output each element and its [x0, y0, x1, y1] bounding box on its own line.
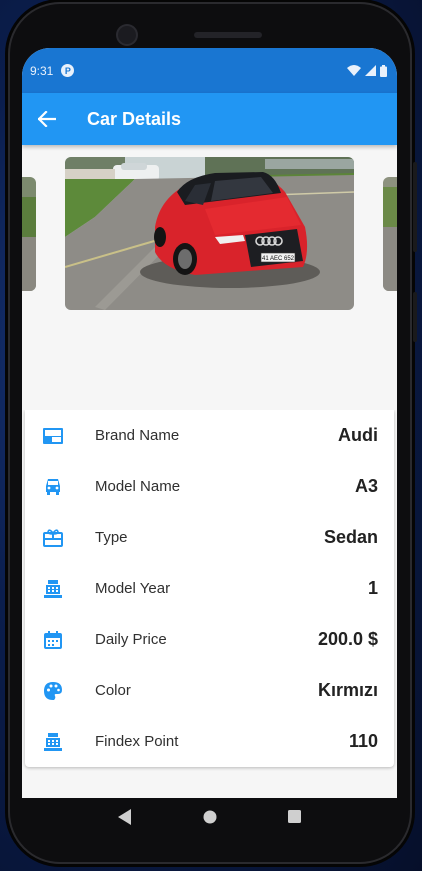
detail-value: 110: [348, 731, 378, 751]
cash-register-icon: [43, 732, 63, 752]
detail-row-type: Type Sedan: [25, 512, 394, 563]
circle-home-icon: [203, 810, 217, 823]
gift-card-icon: [43, 528, 63, 548]
detail-label: Color: [95, 682, 131, 699]
detail-value: Sedan: [323, 527, 378, 547]
car-photo-thumbnail: [22, 177, 36, 291]
triangle-back-icon: [117, 808, 131, 825]
front-camera: [118, 26, 136, 44]
status-bar: 9:31 P: [22, 48, 397, 93]
license-plate: 41 AEC 652: [262, 256, 295, 262]
detail-label: Daily Price: [95, 631, 167, 648]
detail-label: Type: [95, 529, 128, 546]
detail-value: Audi: [338, 425, 378, 445]
detail-value: 200.0 $: [317, 629, 378, 649]
palette-icon: [43, 681, 63, 701]
nav-recents-button[interactable]: [288, 810, 302, 828]
signal-icon: [365, 65, 376, 76]
calendar-icon: [43, 630, 63, 650]
car-details-card: Brand Name Audi Model Name A3 Type Sedan…: [25, 410, 394, 767]
nav-home-button[interactable]: [203, 810, 217, 829]
detail-row-findex: Findex Point 110: [25, 716, 394, 767]
app-bar: Car Details: [22, 93, 397, 145]
detail-row-model: Model Name A3: [25, 461, 394, 512]
detail-value: A3: [354, 476, 378, 496]
car-photo-thumbnail: [383, 177, 397, 291]
car-image: 41 AEC 652: [65, 157, 354, 310]
battery-icon: [380, 64, 387, 77]
detail-label: Model Year: [95, 580, 171, 597]
detail-value: 1: [367, 578, 378, 598]
carousel-next-slide[interactable]: [383, 177, 397, 291]
volume-button: [413, 162, 417, 252]
carousel-prev-slide[interactable]: [22, 177, 36, 291]
earpiece-speaker: [194, 32, 262, 38]
arrow-back-icon: [38, 111, 56, 127]
detail-value: Kırmızı: [317, 680, 378, 700]
image-carousel[interactable]: 41 AEC 652: [22, 145, 397, 410]
square-recents-icon: [288, 810, 302, 823]
detail-row-color: Color Kırmızı: [25, 665, 394, 716]
cash-register-icon: [43, 579, 63, 599]
back-button[interactable]: [22, 93, 72, 145]
detail-label: Findex Point: [95, 733, 179, 750]
status-time: 9:31: [30, 63, 54, 78]
car-icon: [43, 477, 63, 497]
detail-label: Model Name: [95, 478, 181, 495]
screen: 9:31 P Car Details 41 AEC 652 Brand Name…: [22, 48, 397, 798]
detail-row-price: Daily Price 200.0 $: [25, 614, 394, 665]
page-title: Car Details: [87, 108, 182, 129]
brand-icon: [43, 426, 63, 446]
power-button: [413, 292, 417, 342]
detail-row-brand: Brand Name Audi: [25, 410, 394, 461]
nav-back-button[interactable]: [117, 808, 132, 830]
system-nav-bar: [22, 798, 397, 840]
car-photo[interactable]: 41 AEC 652: [65, 157, 354, 310]
wifi-icon: [347, 65, 361, 76]
detail-row-year: Model Year 1: [25, 563, 394, 614]
detail-label: Brand Name: [95, 427, 180, 444]
notification-icon: P: [61, 64, 75, 77]
status-icons: [347, 64, 387, 77]
